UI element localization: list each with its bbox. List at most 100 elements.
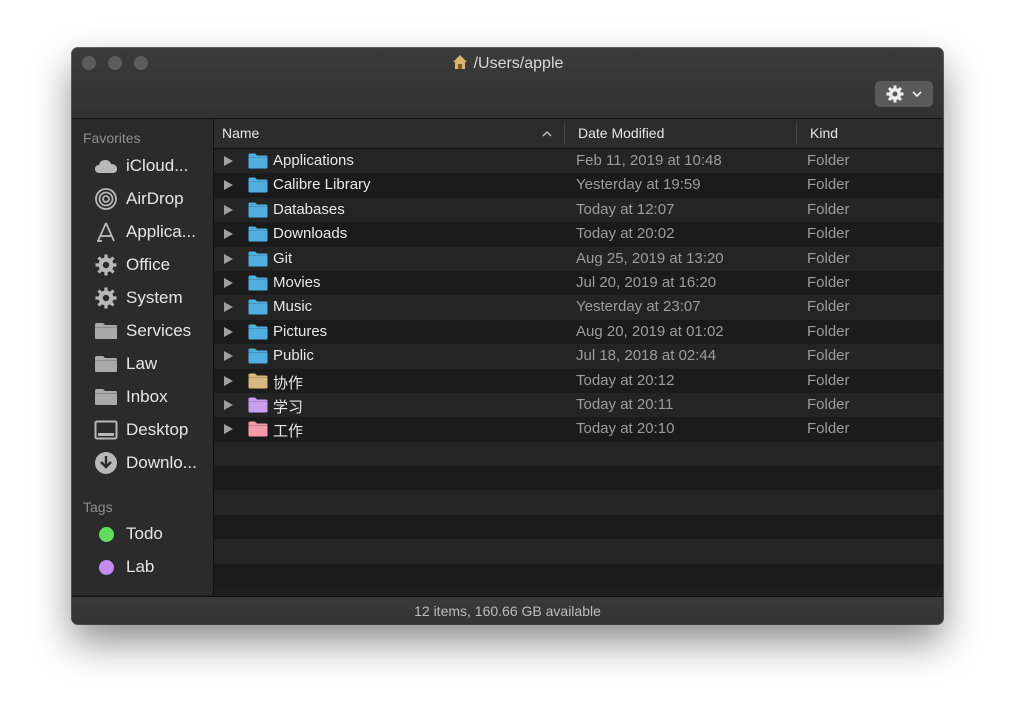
empty-row [214,539,943,564]
file-kind: Folder [807,395,850,413]
folder-icon [94,319,118,343]
disclosure-triangle-icon[interactable] [224,424,233,435]
folder-icon [248,421,268,437]
file-date-modified: Aug 25, 2019 at 13:20 [576,249,724,267]
table-row[interactable]: 学习 Today at 20:11 Folder [214,392,943,418]
column-divider[interactable] [796,123,797,144]
file-name: Git [273,249,293,267]
file-name: 协作 [273,374,304,392]
table-row[interactable]: Public Jul 18, 2018 at 02:44 Folder [214,344,943,369]
folder-icon [248,299,268,315]
column-header: Name Date Modified Kind [214,119,943,149]
file-kind: Folder [807,371,850,389]
file-kind: Folder [807,249,850,267]
sidebar-item-label: Downlo... [126,453,197,472]
disclosure-triangle-icon[interactable] [224,229,233,240]
file-date-modified: Today at 12:07 [576,200,675,218]
download-icon [94,451,118,475]
table-row[interactable]: 工作 Today at 20:10 Folder [214,417,943,442]
disclosure-triangle-icon[interactable] [224,375,233,386]
sidebar-item-label: Services [126,321,192,340]
gear-icon [886,85,904,103]
disclosure-triangle-icon[interactable] [224,253,233,264]
finder-window: /Users/apple Favorites iCloud... AirDrop… [72,48,943,624]
column-kind[interactable]: Kind [810,119,838,148]
file-list: Name Date Modified Kind Applications Feb … [214,119,943,595]
file-kind: Folder [807,347,850,365]
folder-icon [248,251,268,267]
file-rows: Applications Feb 11, 2019 at 10:48 Folder C… [214,149,943,589]
file-date-modified: Today at 20:12 [576,371,675,389]
gear-icon [94,253,118,277]
folder-icon [248,373,268,389]
sidebar-item-law[interactable]: Law [94,351,210,377]
column-name[interactable]: Name [222,119,259,148]
desktop-icon [94,418,118,442]
window-title-text: /Users/apple [473,55,564,72]
empty-row [214,514,943,540]
file-name: Calibre Library [273,176,371,194]
sidebar-item-services[interactable]: Services [94,318,210,344]
sidebar-item-desktop[interactable]: Desktop [94,417,210,443]
table-row[interactable]: Pictures Aug 20, 2019 at 01:02 Folder [214,319,943,345]
disclosure-triangle-icon[interactable] [224,204,233,215]
file-kind: Folder [807,152,850,169]
sidebar-item-applications[interactable]: Applica... [94,219,210,245]
disclosure-triangle-icon[interactable] [224,277,233,288]
sidebar-item-label: Applica... [126,222,196,241]
file-kind: Folder [807,420,850,438]
table-row[interactable]: Movies Jul 20, 2019 at 16:20 Folder [214,270,943,296]
disclosure-triangle-icon[interactable] [224,180,233,191]
table-row[interactable]: Applications Feb 11, 2019 at 10:48 Folder [214,149,943,174]
sidebar-item-downloads[interactable]: Downlo... [94,450,210,476]
tag-dot-icon [94,522,118,546]
sidebar-tag-lab[interactable]: Lab [94,554,210,580]
table-row[interactable]: Downloads Today at 20:02 Folder [214,222,943,247]
file-kind: Folder [807,200,850,218]
sidebar-tag-todo[interactable]: Todo [94,521,210,547]
disclosure-triangle-icon[interactable] [224,351,233,362]
table-row[interactable]: Git Aug 25, 2019 at 13:20 Folder [214,246,943,271]
tag-dot [98,526,114,542]
disclosure-triangle-icon[interactable] [224,302,233,313]
file-date-modified: Jul 18, 2018 at 02:44 [576,347,717,365]
folder-icon [248,397,268,413]
file-name: Public [273,347,314,365]
sidebar-item-label: iCloud... [126,156,189,175]
folder-icon [248,177,268,193]
applications-icon [94,220,118,244]
empty-row [214,441,943,467]
table-row[interactable]: Databases Today at 12:07 Folder [214,197,943,223]
empty-row [214,466,943,491]
sidebar-item-label: Law [126,354,158,373]
sidebar-item-label: AirDrop [126,189,184,208]
folder-icon [248,153,268,169]
sidebar-item-office[interactable]: Office [94,252,210,278]
file-name: Movies [273,273,321,291]
sidebar-item-airdrop[interactable]: AirDrop [94,186,210,212]
column-divider[interactable] [564,123,565,144]
column-date-modified[interactable]: Date Modified [578,119,664,148]
folder-icon [248,324,268,340]
sidebar-item-icloud[interactable]: iCloud... [94,153,210,179]
sidebar-item-label: Todo [126,524,163,543]
sidebar-item-inbox[interactable]: Inbox [94,384,210,410]
table-row[interactable]: Music Yesterday at 23:07 Folder [214,295,943,320]
sidebar-item-system[interactable]: System [94,285,210,311]
sidebar-item-label: Office [126,255,171,274]
file-date-modified: Yesterday at 19:59 [576,176,701,194]
file-date-modified: Feb 11, 2019 at 10:48 [576,152,722,169]
gear-icon [94,286,118,310]
disclosure-triangle-icon[interactable] [224,156,233,166]
file-date-modified: Today at 20:11 [576,395,674,413]
file-name: Downloads [273,225,348,243]
action-menu-button[interactable] [875,81,933,107]
file-name: 学习 [273,398,304,416]
table-row[interactable]: Calibre Library Yesterday at 19:59 Folder [214,173,943,198]
folder-icon [248,202,268,218]
favorites-heading: Favorites [83,130,141,146]
file-kind: Folder [807,225,850,243]
disclosure-triangle-icon[interactable] [224,399,233,410]
disclosure-triangle-icon[interactable] [224,326,233,337]
table-row[interactable]: 协作 Today at 20:12 Folder [214,368,943,393]
